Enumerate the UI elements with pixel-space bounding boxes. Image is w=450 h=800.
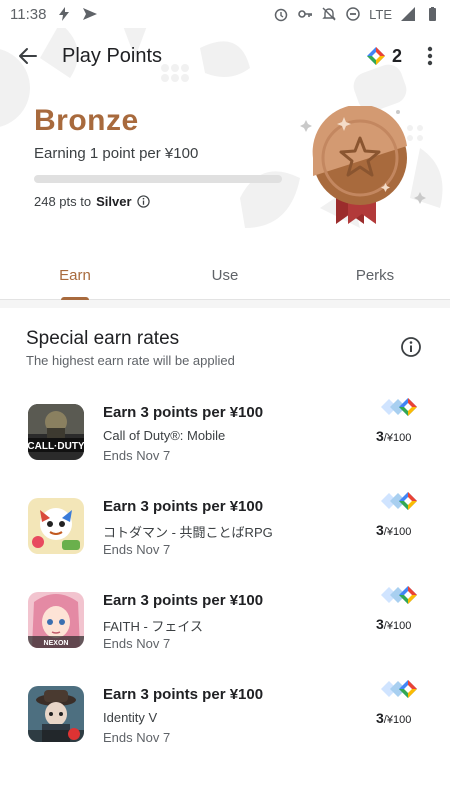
- section-title: Special earn rates: [26, 328, 180, 349]
- offer-rate-unit: /¥100: [383, 714, 412, 726]
- points-count: 2: [391, 45, 402, 66]
- offer-end-date: Ends Nov 7: [103, 448, 171, 463]
- tab-perks-label: Perks: [355, 267, 395, 284]
- offer-rate: 3/¥100: [376, 710, 411, 726]
- tab-bar: Earn Use Perks: [0, 252, 450, 300]
- page-title: Play Points: [62, 44, 163, 67]
- offer-rate: 3/¥100: [376, 522, 411, 538]
- offer-app-name: コトダマン - 共闘ことばRPG: [103, 525, 273, 540]
- offer-item[interactable]: Earn 3 points per ¥100 コトダマン - 共闘ことばRPG …: [0, 492, 450, 586]
- network-type: LTE: [369, 6, 392, 22]
- offer-title: Earn 3 points per ¥100: [103, 686, 264, 703]
- flash-icon: [59, 7, 70, 21]
- offer-rate-number: 3: [376, 616, 384, 632]
- offer-rate-number: 3: [376, 522, 384, 538]
- offer-item[interactable]: Earn 3 points per ¥100 Identity V Ends N…: [0, 680, 450, 774]
- offer-title: Earn 3 points per ¥100: [103, 498, 264, 515]
- points-to-next-text: 248 pts to: [34, 194, 92, 209]
- section-subtitle: The highest earn rate will be applied: [26, 353, 235, 368]
- call-of-duty-icon: CALL·DUTY: [28, 404, 84, 460]
- offer-rate: 3/¥100: [376, 428, 411, 444]
- offer-rate-unit: /¥100: [383, 526, 412, 538]
- tab-earn-label: Earn: [59, 267, 91, 284]
- play-points-icon: [366, 47, 385, 65]
- offer-end-date: Ends Nov 7: [103, 636, 171, 651]
- multiplier-badge-icon: [381, 586, 417, 604]
- svg-text:CALL·DUTY: CALL·DUTY: [28, 441, 84, 452]
- faith-icon: NEXON: [28, 592, 84, 648]
- offer-item[interactable]: CALL·DUTY Earn 3 points per ¥100 Call of…: [0, 398, 450, 492]
- offer-rate-number: 3: [376, 710, 384, 726]
- multiplier-badge-icon: [381, 492, 417, 510]
- offer-app-name: Call of Duty®: Mobile: [103, 428, 226, 443]
- identity-v-icon: [28, 686, 84, 742]
- offer-item[interactable]: NEXON Earn 3 points per ¥100 FAITH - フェイ…: [0, 586, 450, 680]
- section-divider: [0, 300, 450, 308]
- battery-icon: [429, 7, 436, 21]
- tier-progress-bar: [34, 175, 282, 183]
- offer-app-name: FAITH - フェイス: [103, 619, 203, 634]
- offer-app-name: Identity V: [103, 710, 158, 725]
- more-vert-icon: [427, 46, 433, 66]
- tier-earn-rate: Earning 1 point per ¥100: [34, 145, 199, 162]
- do-not-disturb-icon: [346, 7, 360, 21]
- more-options-button[interactable]: [410, 28, 450, 84]
- app-bar: Play Points 2: [0, 28, 450, 84]
- signal-icon: [401, 7, 415, 21]
- info-icon: [136, 195, 150, 208]
- notifications-off-icon: [322, 7, 336, 21]
- tab-use-label: Use: [211, 267, 239, 284]
- back-button[interactable]: [0, 28, 56, 84]
- arrow-back-icon: [19, 48, 37, 64]
- offer-end-date: Ends Nov 7: [103, 730, 171, 745]
- send-icon: [83, 8, 98, 20]
- info-button[interactable]: [400, 336, 422, 358]
- offer-title: Earn 3 points per ¥100: [103, 404, 264, 421]
- kotodaman-icon: [28, 498, 84, 554]
- offer-title: Earn 3 points per ¥100: [103, 592, 264, 609]
- tab-earn[interactable]: Earn: [0, 252, 150, 300]
- key-icon: [298, 10, 313, 18]
- points-balance[interactable]: 2: [366, 46, 402, 67]
- next-tier-name: Silver: [96, 194, 132, 209]
- offer-rate-number: 3: [376, 428, 384, 444]
- offer-end-date: Ends Nov 7: [103, 542, 171, 557]
- status-time: 11:38: [10, 5, 47, 23]
- tier-name: Bronze: [34, 104, 139, 137]
- points-to-next-tier[interactable]: 248 pts to Silver: [34, 194, 150, 209]
- svg-text:NEXON: NEXON: [44, 640, 69, 647]
- offer-rate-unit: /¥100: [383, 432, 412, 444]
- status-bar: 11:38 LTE: [0, 0, 450, 28]
- offer-rate: 3/¥100: [376, 616, 411, 632]
- offer-rate-unit: /¥100: [383, 620, 412, 632]
- multiplier-badge-icon: [381, 398, 417, 416]
- multiplier-badge-icon: [381, 680, 417, 698]
- tab-perks[interactable]: Perks: [300, 252, 450, 299]
- alarm-icon: [274, 8, 288, 22]
- bronze-medal-icon: [300, 106, 426, 224]
- tab-use[interactable]: Use: [150, 252, 300, 299]
